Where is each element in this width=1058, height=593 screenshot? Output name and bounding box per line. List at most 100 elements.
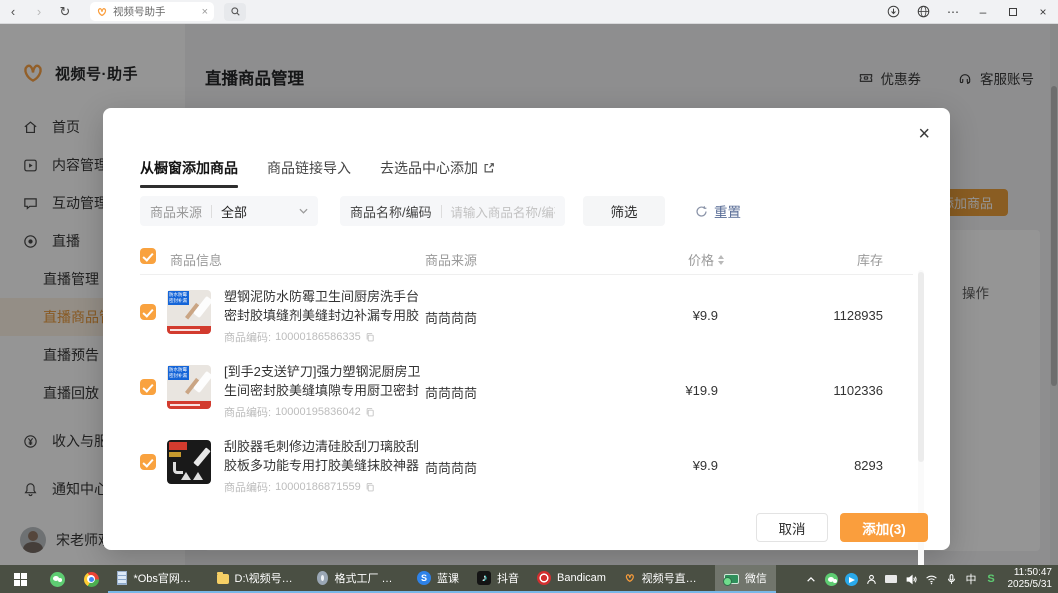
tray-telegram-icon[interactable] [843,573,860,586]
taskbar-app-formatfactory[interactable]: 格式工厂 X64 ... [308,565,408,593]
download-icon[interactable] [878,0,908,23]
ime-indicator[interactable]: 中 [963,571,980,587]
globe-icon[interactable] [908,0,938,23]
taskbar-app-obs[interactable]: *Obs官网电脑... [108,565,208,593]
restore-icon[interactable] [998,0,1028,23]
douyin-icon: ♪ [477,571,491,585]
modal-tabs: 从橱窗添加商品 商品链接导入 去选品中心添加 [140,158,495,178]
tray-card-icon[interactable] [883,575,900,583]
bandicam-icon [537,571,551,585]
clock-time: 11:50:47 [1008,567,1053,579]
product-source: 苘苘苘苘 [425,458,477,477]
taskbar-chrome-icon[interactable] [74,565,108,593]
back-icon[interactable]: ‹ [0,4,26,19]
modal-footer: 取消 添加(3) [103,506,950,550]
product-price: ¥19.9 [618,383,718,398]
cancel-button[interactable]: 取消 [756,513,828,542]
copy-icon[interactable] [365,407,375,417]
tray-wechat-icon[interactable] [823,573,840,586]
minimize-icon[interactable]: – [968,0,998,23]
tray-contact-icon[interactable] [863,573,880,586]
confirm-add-button[interactable]: 添加(3) [840,513,928,542]
forward-icon[interactable]: › [26,4,52,19]
page: 视频号·助手 首页 内容管理 互动管理 直播 [0,24,1058,565]
copy-icon[interactable] [365,332,375,342]
folder-icon [217,574,229,584]
add-products-modal: × 从橱窗添加商品 商品链接导入 去选品中心添加 商品来源 全部 商品名称/编码 [103,108,950,550]
formatfactory-icon [317,571,328,585]
product-search-input[interactable]: 商品名称/编码 请输入商品名称/编码搜索 [340,196,565,226]
browser-titlebar: ‹ › ↻ 视频号助手 × ⋯ – × [0,0,1058,24]
tab-goto-selection-center[interactable]: 去选品中心添加 [380,158,495,178]
table-row: 防水防霉 密封补漏 塑钢泥防水防霉卫生间厨房洗手台密封胶填缝剂美缝封边补漏专用胶… [103,278,950,353]
product-price: ¥9.9 [618,458,718,473]
tray-expand-icon[interactable] [803,576,820,583]
taskbar-app-live-companion[interactable]: 视频号直播伴侣 [615,565,715,593]
product-source: 苘苘苘苘 [425,383,477,402]
search-placeholder: 请输入商品名称/编码搜索 [450,202,555,221]
price-sort-icon[interactable] [718,255,724,265]
product-thumbnail: 防水防霉 密封补漏 [167,290,211,334]
table-row: 刮胶器毛刺修边清硅胶刮刀璃胶刮胶板多功能专用打胶美缝抹胶神器 商品编码: 100… [103,428,950,503]
reset-icon [695,205,708,218]
tab-import-by-link[interactable]: 商品链接导入 [267,158,351,178]
product-code: 商品编码: 10000186586335 [224,329,427,345]
windows-icon [14,573,27,586]
refresh-icon[interactable]: ↻ [52,4,78,20]
taskbar-wechat-icon[interactable] [40,565,74,593]
tab-close-icon[interactable]: × [202,6,208,18]
product-stock: 1128935 [783,308,883,323]
lanke-icon: S [417,571,431,585]
row-checkbox[interactable] [140,379,156,395]
notepad-icon [117,571,127,585]
table-row: 防水防霉 密封补漏 [到手2支送铲刀]强力塑钢泥厨房卫生间密封胶美缝填隙专用厨卫… [103,353,950,428]
product-thumbnail: 防水防霉 密封补漏 [167,365,211,409]
reset-button[interactable]: 重置 [695,201,741,221]
filter-bar: 商品来源 全部 商品名称/编码 请输入商品名称/编码搜索 筛选 重置 [140,196,741,226]
screen-share-icon [724,574,739,584]
taskbar-app-douyin[interactable]: ♪ 抖音 [468,565,528,593]
screen: ‹ › ↻ 视频号助手 × ⋯ – × 视频号·助 [0,0,1058,593]
product-price: ¥9.9 [618,308,718,323]
taskbar-app-bandicam[interactable]: Bandicam [528,565,615,593]
product-stock: 8293 [783,458,883,473]
browser-tab[interactable]: 视频号助手 × [90,2,214,21]
product-title[interactable]: 刮胶器毛刺修边清硅胶刮刀璃胶刮胶板多功能专用打胶美缝抹胶神器 [224,437,427,475]
product-stock: 1102336 [783,383,883,398]
taskbar-clock[interactable]: 11:50:47 2025/5/31 [1008,567,1053,591]
search-icon[interactable] [224,3,246,21]
modal-close-icon[interactable]: × [918,124,930,144]
close-icon[interactable]: × [1028,0,1058,23]
row-checkbox[interactable] [140,454,156,470]
product-thumbnail [167,440,211,484]
product-title[interactable]: 塑钢泥防水防霉卫生间厨房洗手台密封胶填缝剂美缝封边补漏专用胶150ml... [224,287,427,325]
tray-volume-icon[interactable] [903,573,920,586]
channels-logo-icon [96,6,108,18]
taskbar-app-folder[interactable]: D:\视频号直播... [208,565,308,593]
tray-network-icon[interactable] [923,573,940,586]
tray-mic-icon[interactable] [943,573,960,586]
row-checkbox[interactable] [140,304,156,320]
external-link-icon [483,162,495,174]
start-button[interactable] [0,565,40,593]
product-code: 商品编码: 10000195836042 [224,404,427,420]
taskbar-app-lanke[interactable]: S 蓝课 [408,565,468,593]
more-icon[interactable]: ⋯ [938,0,968,23]
tray-sogou-icon[interactable]: S [983,573,1000,585]
taskbar-app-weixin[interactable]: 微信 [715,565,776,593]
product-source: 苘苘苘苘 [425,308,477,327]
filter-button[interactable]: 筛选 [583,196,665,226]
clock-date: 2025/5/31 [1008,579,1053,591]
source-select[interactable]: 商品来源 全部 [140,196,318,226]
copy-icon[interactable] [365,482,375,492]
chevron-down-icon [299,208,308,214]
tab-title: 视频号助手 [113,4,198,19]
product-code: 商品编码: 10000186871559 [224,479,427,495]
select-all-checkbox[interactable] [140,248,156,264]
channels-logo-icon [624,571,636,585]
system-tray: 中 S 11:50:47 2025/5/31 [803,565,1058,593]
tab-add-from-showcase[interactable]: 从橱窗添加商品 [140,158,238,178]
table-header: 商品信息 商品来源 价格 库存 [103,248,950,268]
product-title[interactable]: [到手2支送铲刀]强力塑钢泥厨房卫生间密封胶美缝填隙专用厨卫密封胶150M... [224,362,427,400]
taskbar: *Obs官网电脑... D:\视频号直播... 格式工厂 X64 ... S 蓝… [0,565,1058,593]
